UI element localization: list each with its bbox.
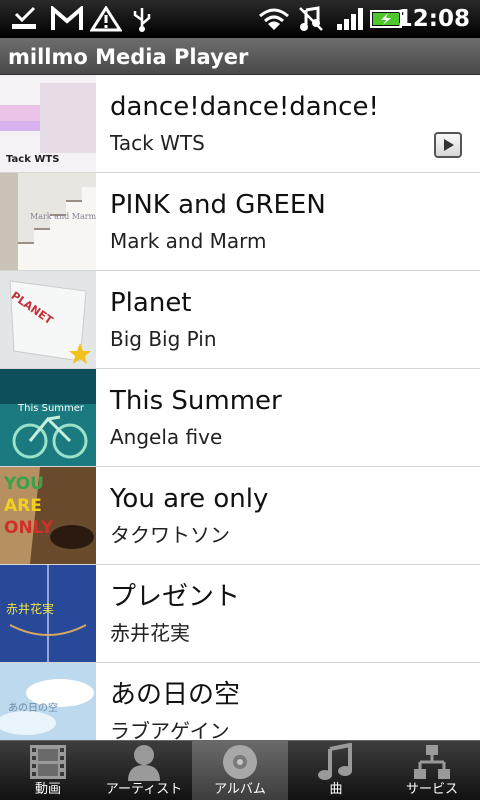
- person-icon: [128, 745, 160, 781]
- cover-text: This Summer: [17, 403, 85, 414]
- gmail-icon: [51, 6, 83, 30]
- album-row[interactable]: Mark and Marm PINK and GREEN Mark and Ma…: [0, 173, 480, 271]
- album-cover: 赤井花実: [0, 565, 96, 662]
- album-title: dance!dance!dance!: [110, 92, 379, 122]
- album-row[interactable]: 赤井花実 プレゼント 赤井花実: [0, 565, 480, 663]
- album-artist: Big Big Pin: [110, 327, 217, 351]
- album-row[interactable]: Tack WTS dance!dance!dance! Tack WTS: [0, 75, 480, 173]
- tab-artists[interactable]: アーティスト: [96, 741, 192, 800]
- album-cover: あの日の空: [0, 663, 96, 740]
- vibrate-off-icon: [299, 6, 323, 31]
- album-cover: This Summer: [0, 369, 96, 466]
- album-artist: Tack WTS: [110, 131, 205, 155]
- album-row[interactable]: PLANET Planet Big Big Pin: [0, 271, 480, 369]
- cover-text: あの日の空: [8, 701, 58, 714]
- album-title: PINK and GREEN: [110, 190, 326, 220]
- cover-text: ARE: [4, 496, 42, 516]
- album-list[interactable]: Tack WTS dance!dance!dance! Tack WTS Mar…: [0, 75, 480, 740]
- download-done-icon: [12, 6, 36, 29]
- cover-text: Mark and Marm: [30, 212, 96, 221]
- disc-icon: [223, 745, 257, 779]
- app-title: millmo Media Player: [8, 45, 249, 69]
- warning-icon: [90, 6, 122, 32]
- album-cover: YOU ARE ONLY: [0, 467, 96, 564]
- album-artist: Angela five: [110, 425, 223, 449]
- album-title: This Summer: [110, 386, 282, 416]
- play-icon: [444, 139, 454, 151]
- wifi-icon: [259, 8, 289, 30]
- album-row[interactable]: あの日の空 あの日の空 ラブアゲイン: [0, 663, 480, 740]
- title-bar: millmo Media Player: [0, 38, 480, 75]
- album-artist: ラブアゲイン: [110, 719, 230, 740]
- album-title: プレゼント: [110, 582, 241, 612]
- tab-label: アーティスト: [105, 782, 183, 797]
- usb-icon: [133, 8, 151, 32]
- clock: 12:08: [396, 6, 470, 32]
- cover-text: 赤井花実: [6, 601, 54, 616]
- tab-videos[interactable]: 動画: [0, 741, 96, 800]
- tab-label: サービス: [405, 782, 458, 797]
- cover-text: YOU: [3, 474, 44, 494]
- album-artist: タクワトソン: [110, 523, 230, 547]
- signal-icon: [337, 8, 363, 30]
- tab-services[interactable]: サービス: [384, 741, 480, 800]
- tab-label: 曲: [329, 782, 343, 797]
- music-note-icon: [318, 743, 352, 780]
- tab-albums[interactable]: アルバム: [192, 741, 288, 800]
- network-icon: [414, 745, 450, 779]
- cover-text: ONLY: [4, 518, 54, 538]
- album-cover: PLANET: [0, 271, 96, 368]
- album-cover: Tack WTS: [0, 75, 96, 172]
- album-row[interactable]: This Summer This Summer Angela five: [0, 369, 480, 467]
- play-button[interactable]: [434, 132, 462, 158]
- album-artist: Mark and Marm: [110, 229, 267, 253]
- tab-songs[interactable]: 曲: [288, 741, 384, 800]
- cover-text: Tack WTS: [6, 154, 59, 165]
- tab-label: 動画: [34, 782, 61, 797]
- album-artist: 赤井花実: [110, 621, 190, 645]
- bottom-tab-bar: 動画 アーティスト アルバム 曲 サービス: [0, 740, 480, 800]
- album-cover: Mark and Marm: [0, 173, 96, 270]
- album-title: あの日の空: [110, 680, 241, 710]
- tab-label: アルバム: [214, 782, 266, 797]
- album-title: Planet: [110, 288, 192, 318]
- status-bar: 12:08: [0, 0, 480, 38]
- album-title: You are only: [110, 484, 269, 514]
- film-icon: [30, 745, 66, 779]
- album-row[interactable]: YOU ARE ONLY You are only タクワトソン: [0, 467, 480, 565]
